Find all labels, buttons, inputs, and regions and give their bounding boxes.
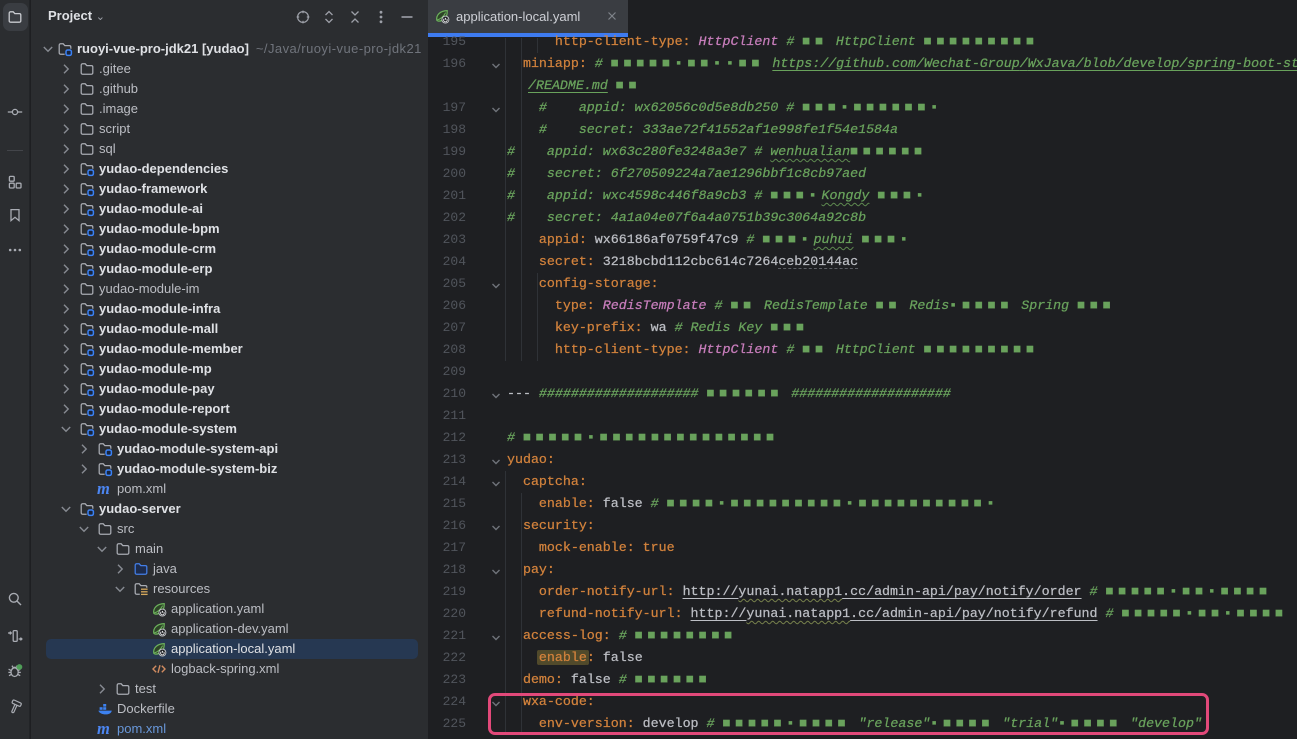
svg-text:m: m <box>97 481 110 497</box>
svg-text:m: m <box>97 721 110 737</box>
